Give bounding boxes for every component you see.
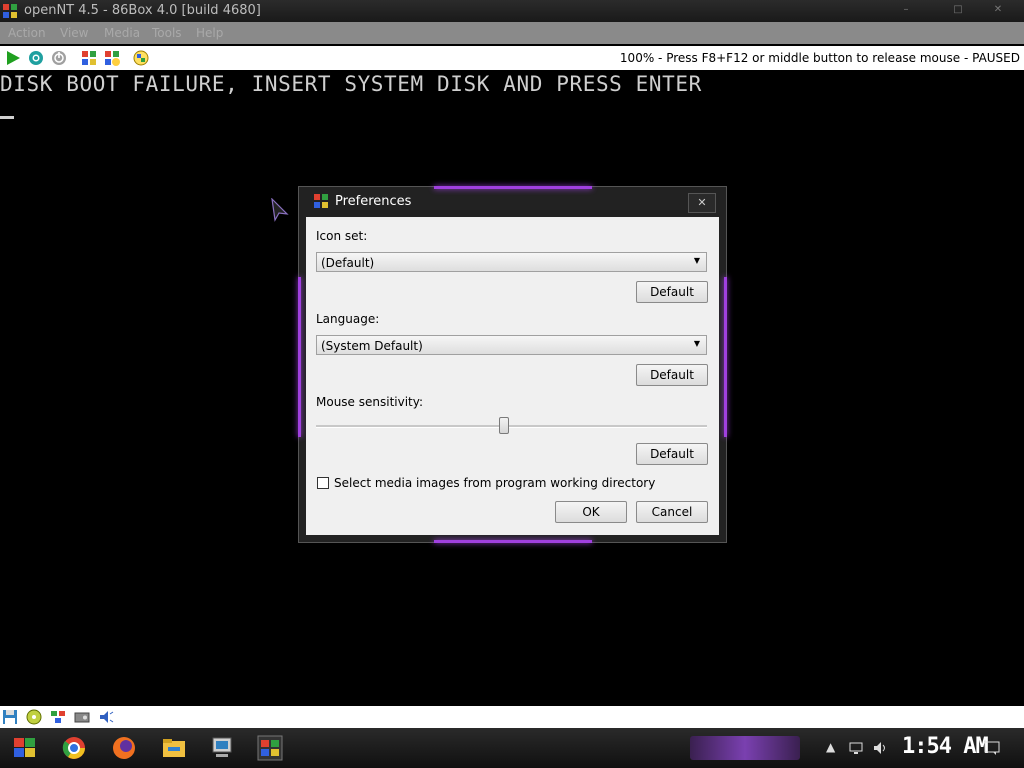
network-tray-icon[interactable] bbox=[848, 740, 864, 756]
toolbar: 100% - Press F8+F12 or middle button to … bbox=[0, 46, 1024, 70]
slider-thumb[interactable] bbox=[498, 417, 509, 434]
language-default-button[interactable]: Default bbox=[636, 364, 708, 386]
dialog-glow-top bbox=[434, 186, 592, 189]
close-button[interactable]: ✕ bbox=[984, 4, 1012, 16]
file-explorer-icon[interactable] bbox=[156, 732, 192, 764]
mouse-default-button[interactable]: Default bbox=[636, 443, 708, 465]
icon-set-select[interactable]: (Default) ▼ bbox=[316, 252, 707, 272]
menu-action[interactable]: Action bbox=[8, 26, 46, 40]
dialog-content: Icon set: (Default) ▼ Default Language: … bbox=[306, 217, 719, 535]
window-titlebar: openNT 4.5 - 86Box 4.0 [build 4680] – □ … bbox=[0, 0, 1024, 22]
dialog-title: Preferences bbox=[335, 194, 412, 209]
network-icon[interactable] bbox=[50, 709, 66, 725]
cancel-button[interactable]: Cancel bbox=[636, 501, 708, 523]
ctrl-alt-del-icon[interactable] bbox=[80, 49, 98, 67]
notification-icon[interactable] bbox=[984, 740, 1000, 756]
mouse-pointer-icon bbox=[271, 198, 289, 222]
play-icon[interactable] bbox=[4, 49, 22, 67]
reset-icon[interactable] bbox=[27, 49, 45, 67]
mouse-sensitivity-slider[interactable] bbox=[316, 425, 707, 428]
dialog-glow-left bbox=[298, 277, 301, 437]
chrome-icon[interactable] bbox=[56, 732, 92, 764]
minimize-button[interactable]: – bbox=[892, 4, 920, 16]
dialog-close-button[interactable]: ✕ bbox=[688, 193, 716, 213]
language-label: Language: bbox=[316, 312, 380, 326]
computer-icon[interactable] bbox=[204, 732, 240, 764]
language-value: (System Default) bbox=[321, 339, 423, 353]
media-dir-checkbox-label: Select media images from program working… bbox=[334, 476, 656, 490]
taskbar-decoration bbox=[690, 736, 800, 760]
icon-set-value: (Default) bbox=[321, 256, 375, 270]
ok-button[interactable]: OK bbox=[555, 501, 627, 523]
start-button-icon[interactable] bbox=[6, 732, 42, 764]
boot-message: DISK BOOT FAILURE, INSERT SYSTEM DISK AN… bbox=[0, 72, 702, 96]
floppy-icon[interactable] bbox=[2, 709, 18, 725]
86box-app-icon bbox=[3, 4, 17, 18]
text-cursor bbox=[0, 116, 14, 119]
language-select[interactable]: (System Default) ▼ bbox=[316, 335, 707, 355]
menu-bar: Action View Media Tools Help bbox=[0, 22, 1024, 44]
power-icon[interactable] bbox=[50, 49, 68, 67]
icon-set-label: Icon set: bbox=[316, 229, 368, 243]
menu-view[interactable]: View bbox=[60, 26, 88, 40]
icon-set-default-button[interactable]: Default bbox=[636, 281, 708, 303]
media-dir-checkbox[interactable] bbox=[317, 477, 329, 489]
sound-icon[interactable] bbox=[98, 709, 114, 725]
maximize-button[interactable]: □ bbox=[944, 4, 972, 16]
menu-tools[interactable]: Tools bbox=[152, 26, 182, 40]
hard-disk-icon[interactable] bbox=[74, 709, 90, 725]
preferences-dialog: Preferences ✕ Icon set: (Default) ▼ Defa… bbox=[298, 186, 727, 543]
chevron-down-icon: ▼ bbox=[693, 339, 700, 348]
status-text: 100% - Press F8+F12 or middle button to … bbox=[619, 51, 1020, 65]
clock[interactable]: 1:54 AM bbox=[902, 734, 989, 759]
dialog-app-icon bbox=[314, 194, 328, 208]
tray-chevron-up-icon[interactable]: ▲ bbox=[826, 740, 842, 756]
taskbar: ▲ 1:54 AM bbox=[0, 728, 1024, 768]
menu-help[interactable]: Help bbox=[196, 26, 223, 40]
dialog-glow-right bbox=[724, 277, 727, 437]
cdrom-icon[interactable] bbox=[26, 709, 42, 725]
volume-icon[interactable] bbox=[872, 740, 888, 756]
status-icon-bar bbox=[0, 706, 1024, 728]
firefox-icon[interactable] bbox=[106, 732, 142, 764]
window-title: openNT 4.5 - 86Box 4.0 [build 4680] bbox=[24, 3, 261, 18]
settings-icon[interactable] bbox=[103, 49, 121, 67]
preferences-icon[interactable] bbox=[132, 49, 150, 67]
mouse-sensitivity-label: Mouse sensitivity: bbox=[316, 395, 424, 409]
menu-media[interactable]: Media bbox=[104, 26, 140, 40]
chevron-down-icon: ▼ bbox=[693, 256, 700, 265]
dialog-glow-bottom bbox=[434, 540, 592, 543]
86box-taskbar-icon[interactable] bbox=[252, 732, 288, 764]
